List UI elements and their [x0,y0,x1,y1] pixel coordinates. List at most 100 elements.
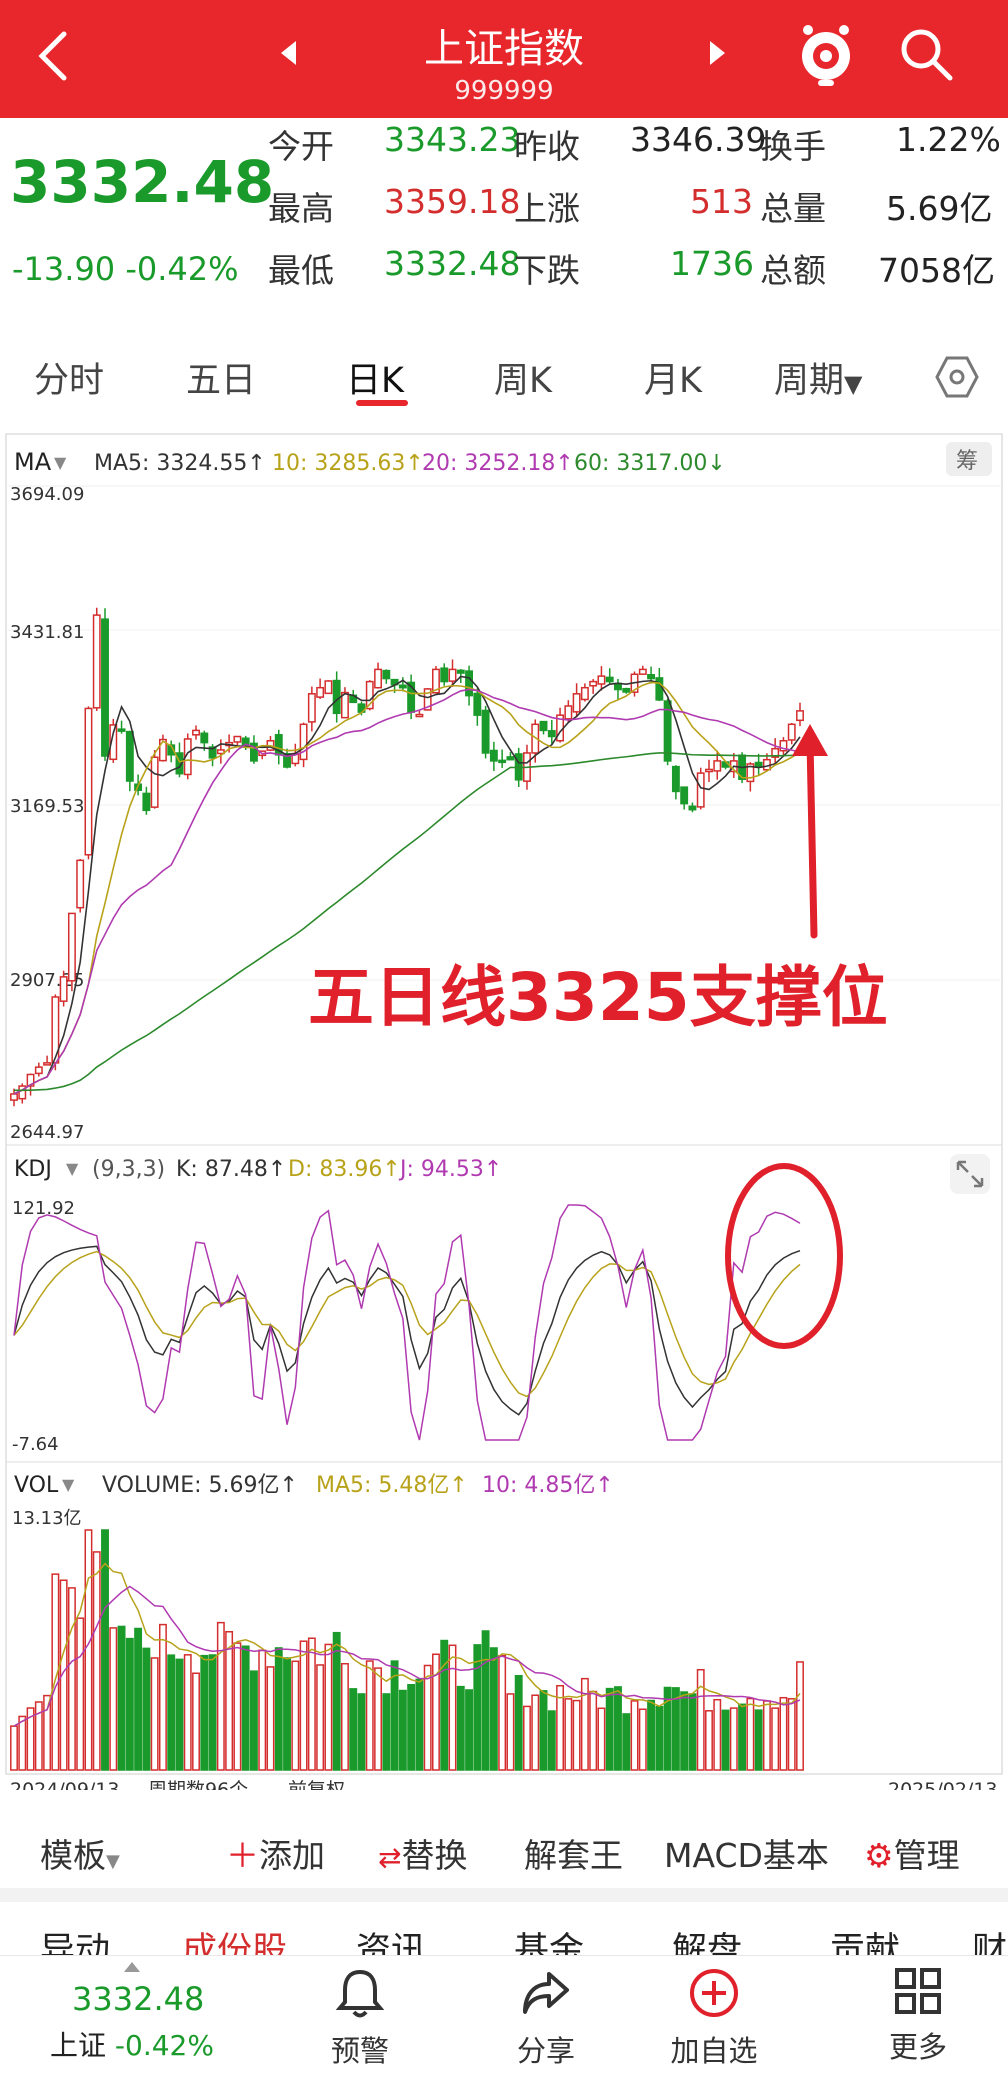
arrow-shaft [806,738,818,939]
caret-down-icon: ▼ [106,1851,120,1872]
volume-bar [680,1691,689,1771]
caret-down-icon: ▼ [66,1159,79,1178]
unlock-king-button[interactable]: 解套王 [524,1829,623,1877]
volume-bar [291,1660,300,1771]
volume-bar [332,1631,341,1771]
volume-bar [771,1707,780,1771]
volume-bar [249,1670,258,1771]
volume-bar [572,1699,581,1771]
candle [142,792,151,812]
volume-bar [498,1654,507,1771]
share-icon [523,1972,569,2014]
replace-button[interactable]: ⇄替换 [378,1829,467,1877]
tab-weekly-k[interactable]: 周K [494,352,552,403]
volume-bar [696,1668,705,1771]
more-button[interactable]: 更多 [858,1966,978,2066]
candle [498,759,507,764]
volume-value: 5.69亿 [886,189,993,228]
candle [547,730,556,738]
candle [539,720,548,732]
caret-up-icon[interactable] [124,1962,140,1972]
volume-bar [622,1713,631,1771]
volume-bar [18,1715,27,1771]
candle [614,682,622,691]
expand-icon[interactable] [950,1154,990,1194]
volume-bar [109,1627,118,1771]
volume-bar [349,1688,358,1771]
macd-basic-button[interactable]: MACD基本 [664,1829,829,1877]
bottom-price[interactable]: 3332.48 [72,1980,204,2018]
candle [473,692,482,716]
volume-bar [796,1661,804,1771]
info-tabs: 异动 成份股 资讯 基金 解盘 贡献 财 [0,1910,1008,1960]
volume-bar [158,1623,167,1771]
vol-indicator-label: VOL [14,1473,59,1498]
kdj-k-line [13,1245,801,1416]
kdj-k-value: K: 87.48↑ [176,1157,286,1182]
candle [43,1062,52,1066]
tab-intraday[interactable]: 分时 [34,352,104,403]
high-value: 3359.18 [384,182,521,221]
volume-bar [274,1647,283,1771]
volume-bar [787,1698,796,1771]
tab-period[interactable]: 周期▼ [774,352,862,403]
tab-five-day[interactable]: 五日 [186,352,256,403]
candle [332,679,341,715]
candle [688,805,697,811]
tab-monthly-k[interactable]: 月K [644,352,702,403]
gear-icon: ⚙ [864,1836,894,1875]
volume-bar [456,1685,465,1771]
search-icon[interactable] [896,24,956,84]
bottom-index-info[interactable]: 上证 -0.42% [50,2024,214,2064]
volume-bar [713,1698,722,1771]
candle [572,693,581,713]
candle [580,686,589,701]
ma-indicator-label: MA [14,448,52,476]
candle [150,756,159,808]
volume-bars [10,1529,804,1771]
alert-button[interactable]: 预警 [300,1966,420,2070]
kdj-y-bottom: -7.64 [12,1434,59,1455]
bell-icon [335,1969,385,2018]
mascot-icon[interactable] [796,22,856,88]
y-label-top: 3694.09 [10,484,84,505]
volume-bar [448,1644,457,1771]
volume-bar [762,1700,771,1771]
candle [59,976,68,1002]
add-button[interactable]: ＋添加 [226,1829,325,1877]
volume-bar [117,1625,126,1771]
volume-value: VOLUME: 5.69亿↑ [102,1473,298,1498]
down-count-value: 1736 [670,244,754,283]
volume-bar [721,1709,730,1771]
kline-chart[interactable]: MA ▼ MA5: 3324.55↑ 10: 3285.63↑ 20: 3252… [0,430,1008,1790]
period-tabs: 分时 五日 日K 周K 月K 周期▼ [0,340,1008,410]
add-favorite-button[interactable]: 加自选 [654,1966,774,2070]
header-bar: 上证指数 999999 [0,0,1008,118]
date-end: 2025/02/13 [888,1779,998,1790]
volume-bar [43,1694,52,1771]
vol-y-top: 13.13亿 [12,1508,82,1529]
tab-daily-k[interactable]: 日K [346,352,404,403]
ma10-value: 10: 3285.63↑ [272,451,424,476]
volume-bar [589,1690,598,1771]
volume-bar [258,1649,267,1771]
active-tab-indicator [356,400,408,406]
candle [713,760,722,772]
candle [680,786,689,805]
high-label: 最高 [268,189,334,228]
amount-label: 总额 [760,251,826,290]
kdj-j-value: J: 94.53↑ [398,1157,502,1182]
candle [192,729,200,736]
hexagon-settings-icon[interactable] [934,354,980,400]
candle [754,761,763,768]
candle [374,668,382,689]
candle [382,669,391,680]
share-button[interactable]: 分享 [486,1966,606,2070]
volume-bar [192,1672,200,1771]
chart-area[interactable]: MA ▼ MA5: 3324.55↑ 10: 3285.63↑ 20: 3252… [0,430,1008,1790]
manage-button[interactable]: ⚙管理 [864,1829,960,1877]
volume-bar [671,1687,680,1771]
volume-bar [746,1697,755,1771]
template-button[interactable]: 模板▼ [40,1829,120,1877]
triangle-right-icon[interactable] [708,38,728,68]
